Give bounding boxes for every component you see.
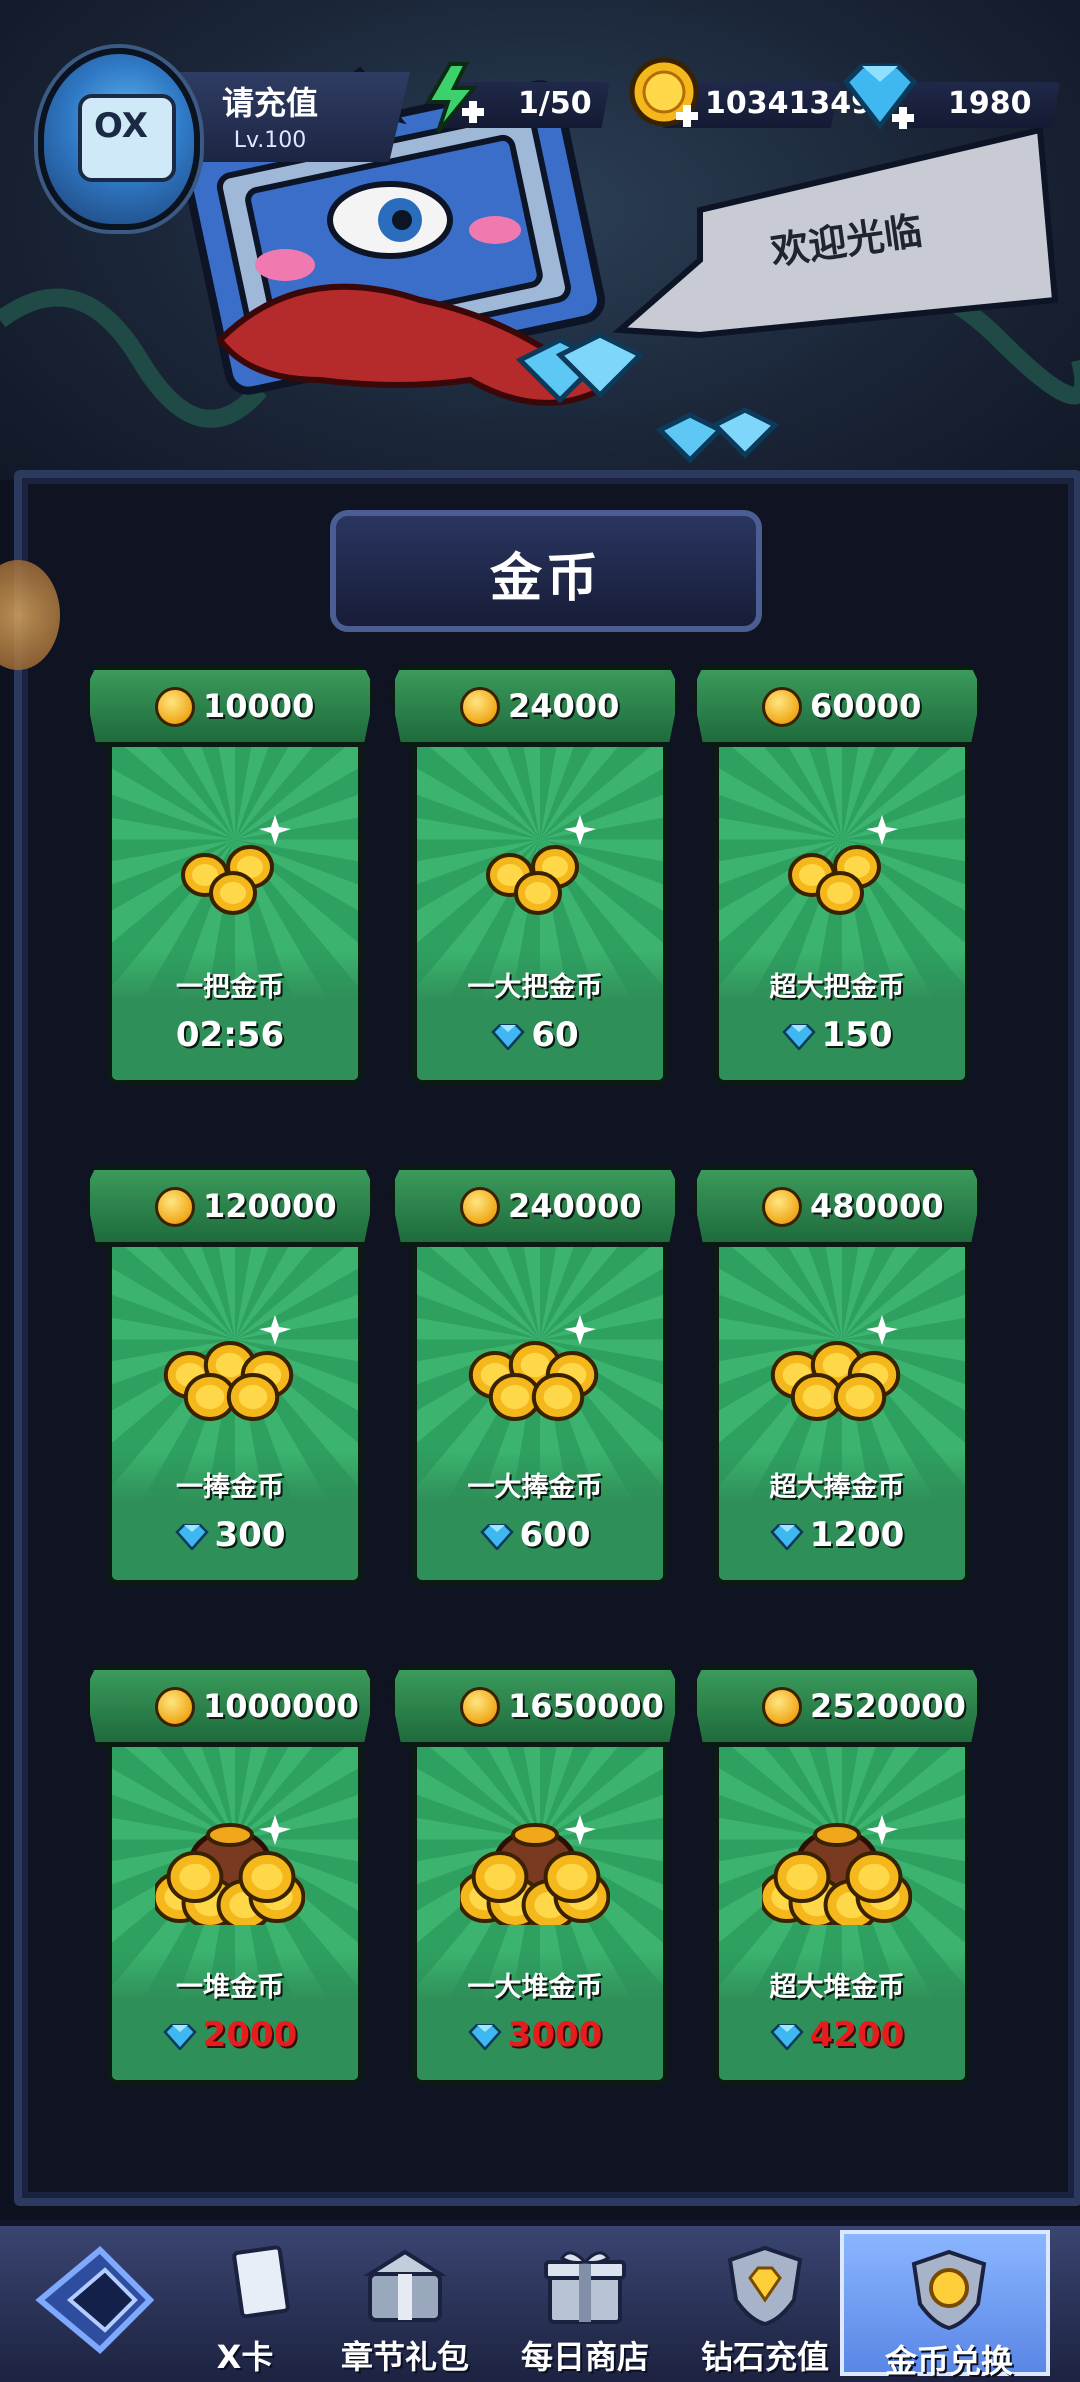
shop-item-card[interactable]: 1000000 一堆金币 2000 (85, 1665, 375, 2085)
diamond-icon (162, 2023, 197, 2050)
coin-pile-icon (486, 815, 596, 915)
shop-item-card[interactable]: 480000 超大捧金币 1200 (692, 1165, 982, 1585)
price-button[interactable]: 3000 (390, 2015, 680, 2055)
nav-label: 钻石充值 (700, 2338, 829, 2376)
diamond-icon (491, 1023, 526, 1050)
gold-add-icon[interactable] (628, 56, 704, 136)
energy-add-icon[interactable] (418, 60, 488, 136)
gold-coin-icon (155, 687, 195, 727)
shop-item-card[interactable]: 1650000 一大堆金币 3000 (390, 1665, 680, 2085)
coin-amount: 480000 (810, 1187, 944, 1225)
coin-amount: 1650000 (508, 1687, 664, 1725)
shop-title: 金币 (489, 549, 602, 609)
price-button[interactable]: 2000 (85, 2015, 375, 2055)
diamond-icon (781, 1023, 816, 1050)
nav-item-chapter-pack[interactable]: 章节礼包 (320, 2230, 490, 2376)
nav-label: 每日商店 (520, 2338, 649, 2376)
coin-amount: 2520000 (810, 1687, 966, 1725)
price-button[interactable]: 4200 (692, 2015, 982, 2055)
gold-coin-icon (155, 1187, 195, 1227)
diamond-count: 1980 (948, 86, 1032, 121)
gift-box-icon (544, 2251, 626, 2324)
diamond-icon (479, 1523, 514, 1550)
item-name: 一大把金币 (467, 972, 603, 1003)
gift-chest-icon (363, 2249, 447, 2322)
shop-item-card[interactable]: 60000 超大把金币 150 (692, 665, 982, 1085)
price-button[interactable]: 60 (390, 1015, 680, 1055)
item-name: 超大堆金币 (769, 1972, 905, 2003)
coin-pile-icon (181, 815, 291, 915)
nav-label: 章节礼包 (340, 2338, 469, 2376)
item-name: 超大捧金币 (769, 1472, 905, 1503)
top-status-bar: OX 请充值 Lv.100 1/50 10341349 1980 (0, 0, 1080, 230)
free-timer[interactable]: 02:56 (85, 1015, 375, 1055)
price-button[interactable]: 150 (692, 1015, 982, 1055)
gold-coin-icon (155, 1687, 195, 1727)
price-button[interactable]: 1200 (692, 1515, 982, 1555)
item-name: 一把金币 (176, 972, 284, 1003)
nav-label: 金币兑换 (884, 2342, 1013, 2380)
gold-coin-icon (460, 1187, 500, 1227)
coin-amount: 120000 (203, 1187, 337, 1225)
gold-shield-icon (911, 2249, 987, 2330)
price-button[interactable]: 600 (390, 1515, 680, 1555)
item-name: 一堆金币 (176, 1972, 284, 2003)
coin-pile-icon (468, 1315, 599, 1421)
diamond-add-icon[interactable] (838, 60, 924, 136)
shop-item-card[interactable]: 120000 一捧金币 300 (85, 1165, 375, 1585)
diamond-icon (769, 2023, 804, 2050)
item-name: 超大把金币 (769, 972, 905, 1003)
price-value: 1200 (809, 1515, 905, 1555)
coin-pile-icon (788, 815, 898, 915)
diamond-icon (467, 2023, 502, 2050)
coin-amount: 24000 (508, 687, 620, 725)
coin-pile-icon (770, 1315, 901, 1421)
price-button[interactable]: 300 (85, 1515, 375, 1555)
player-name[interactable]: 请充值 (150, 78, 390, 124)
diamond-icon (174, 1523, 209, 1550)
price-value: 02:56 (175, 1015, 285, 1055)
price-value: 60 (531, 1015, 579, 1055)
price-value: 4200 (809, 2015, 905, 2055)
diamond-shield-icon (727, 2245, 803, 2326)
shop-item-card[interactable]: 10000 一把金币 02:56 (85, 665, 375, 1085)
item-name: 一捧金币 (176, 1472, 284, 1503)
gold-coin-icon (762, 1687, 802, 1727)
energy-count: 1/50 (518, 86, 592, 121)
nav-item-daily-shop[interactable]: 每日商店 (500, 2230, 670, 2376)
nav-item-card[interactable]: X卡 (200, 2230, 290, 2376)
coin-sack-icon (460, 1815, 610, 1925)
price-value: 300 (214, 1515, 286, 1555)
shop-item-card[interactable]: 240000 一大捧金币 600 (390, 1165, 680, 1585)
back-arrow-icon[interactable] (30, 2240, 160, 2360)
nav-item-gold-exchange[interactable]: 金币兑换 (840, 2230, 1050, 2380)
shop-item-card[interactable]: 2520000 超大堆金币 4200 (692, 1665, 982, 2085)
gold-coin-icon (460, 687, 500, 727)
shop-item-card[interactable]: 24000 一大把金币 60 (390, 665, 680, 1085)
coin-sack-icon (762, 1815, 912, 1925)
coin-amount: 60000 (810, 687, 922, 725)
price-value: 600 (519, 1515, 591, 1555)
gold-coin-icon (762, 687, 802, 727)
coin-sack-icon (155, 1815, 305, 1925)
coin-amount: 240000 (508, 1187, 642, 1225)
diamond-icon (769, 1523, 804, 1550)
nav-item-diamond-topup[interactable]: 钻石充值 (680, 2230, 850, 2376)
price-value: 2000 (202, 2015, 298, 2055)
nav-label: X卡 (216, 2338, 274, 2376)
price-value: 3000 (507, 2015, 603, 2055)
gold-coin-icon (460, 1687, 500, 1727)
price-value: 150 (821, 1015, 893, 1055)
coin-amount: 10000 (203, 687, 315, 725)
card-icon (232, 2245, 290, 2319)
coin-pile-icon (163, 1315, 294, 1421)
coin-amount: 1000000 (203, 1687, 359, 1725)
item-name: 一大堆金币 (467, 1972, 603, 2003)
gold-coin-icon (762, 1187, 802, 1227)
player-level: Lv.100 (233, 128, 307, 153)
item-name: 一大捧金币 (467, 1472, 603, 1503)
